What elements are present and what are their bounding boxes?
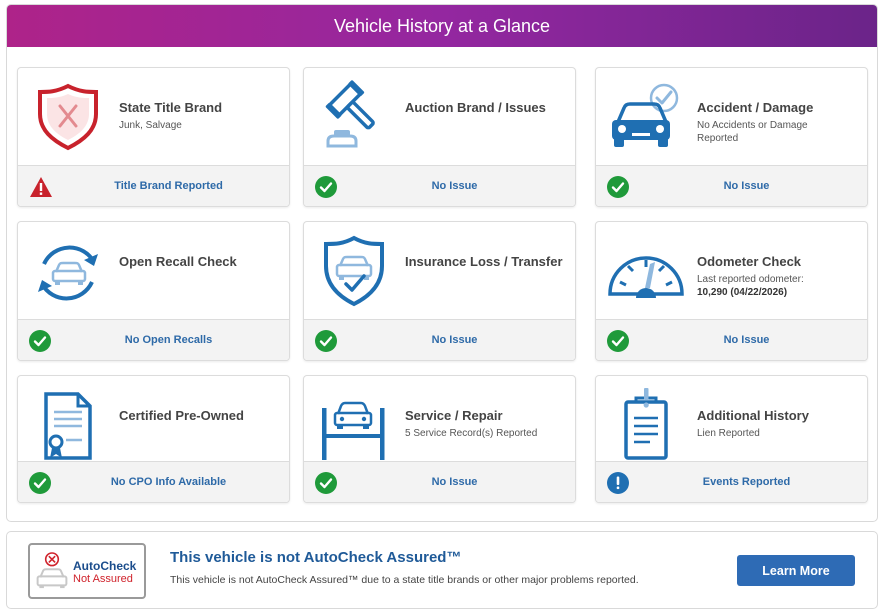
card-open-recall[interactable]: Open Recall Check No Open Recalls (17, 221, 290, 361)
card-status-bar: Title Brand Reported (18, 165, 289, 206)
card-status-text[interactable]: Events Reported (636, 462, 857, 502)
shield-x-icon (38, 83, 98, 151)
document-alert-icon (624, 388, 668, 460)
car-check-icon (612, 83, 679, 147)
check-icon (607, 176, 629, 198)
warning-icon (30, 177, 52, 197)
card-status-bar: No Issue (304, 461, 575, 502)
gavel-icon (325, 80, 375, 148)
card-title: Open Recall Check (119, 254, 237, 269)
card-state-title-brand[interactable]: State Title Brand Junk, Salvage Title Br… (17, 67, 290, 207)
assured-description: This vehicle is not AutoCheck Assured™ d… (170, 574, 639, 586)
card-certified-pre-owned[interactable]: Certified Pre-Owned No CPO Info Availabl… (17, 375, 290, 503)
card-insurance-loss[interactable]: Insurance Loss / Transfer No Issue (303, 221, 576, 361)
car-lift-icon (322, 401, 385, 460)
card-title: Additional History (697, 408, 809, 423)
check-icon (315, 472, 337, 494)
card-status-text[interactable]: No Open Recalls (58, 320, 279, 360)
certificate-icon (44, 392, 92, 460)
card-subtitle: Junk, Salvage (119, 120, 182, 131)
badge-status: Not Assured (73, 573, 133, 585)
check-icon (315, 330, 337, 352)
card-status-text[interactable]: Title Brand Reported (58, 166, 279, 206)
recall-car-icon (38, 245, 98, 301)
card-subtitle: Last reported odometer: 10,290 (04/22/20… (697, 273, 857, 299)
shield-car-icon (324, 235, 384, 307)
assured-heading: This vehicle is not AutoCheck Assured™ (170, 549, 462, 566)
check-icon (29, 330, 51, 352)
card-status-text[interactable]: No Issue (344, 462, 565, 502)
card-status-bar: No Open Recalls (18, 319, 289, 360)
vehicle-history-panel: Vehicle History at a Glance State Title … (6, 4, 878, 522)
card-status-text[interactable]: No Issue (636, 320, 857, 360)
card-auction-brand[interactable]: Auction Brand / Issues No Issue (303, 67, 576, 207)
autocheck-assured-section: AutoCheck Not Assured This vehicle is no… (6, 531, 878, 609)
card-status-bar: No CPO Info Available (18, 461, 289, 502)
check-icon (607, 330, 629, 352)
card-status-text[interactable]: No Issue (344, 320, 565, 360)
car-x-icon (36, 552, 68, 589)
check-icon (29, 472, 51, 494)
card-odometer-check[interactable]: Odometer Check Last reported odometer: 1… (595, 221, 868, 361)
learn-more-button[interactable]: Learn More (737, 555, 855, 586)
card-title: Certified Pre-Owned (119, 408, 244, 423)
card-status-bar: No Issue (596, 165, 867, 206)
odometer-icon (608, 256, 684, 298)
card-status-text[interactable]: No Issue (344, 166, 565, 206)
card-title: State Title Brand (119, 100, 223, 115)
card-status-text[interactable]: No CPO Info Available (58, 462, 279, 502)
odometer-reading: 10,290 (04/22/2026) (697, 287, 788, 298)
card-status-bar: No Issue (304, 319, 575, 360)
card-subtitle: 5 Service Record(s) Reported (405, 428, 538, 439)
badge-brand: AutoCheck (73, 559, 137, 573)
card-service-repair[interactable]: Service / Repair 5 Service Record(s) Rep… (303, 375, 576, 503)
card-status-bar: No Issue (304, 165, 575, 206)
card-title: Odometer Check (697, 254, 802, 269)
card-accident-damage[interactable]: Accident / Damage No Accidents or Damage… (595, 67, 868, 207)
card-status-text[interactable]: No Issue (636, 166, 857, 206)
card-title: Auction Brand / Issues (405, 100, 546, 115)
card-status-bar: No Issue (596, 319, 867, 360)
panel-header: Vehicle History at a Glance (7, 5, 877, 47)
card-status-bar: Events Reported (596, 461, 867, 502)
card-subtitle: No Accidents or Damage Reported (697, 120, 808, 144)
card-subtitle: Lien Reported (697, 428, 760, 439)
card-title: Accident / Damage (697, 100, 814, 115)
autocheck-badge: AutoCheck Not Assured (28, 543, 146, 599)
info-icon (607, 472, 629, 494)
card-title: Service / Repair (405, 408, 503, 423)
card-additional-history[interactable]: Additional History Lien Reported Events … (595, 375, 868, 503)
card-title: Insurance Loss / Transfer (405, 254, 563, 269)
check-icon (315, 176, 337, 198)
odometer-label: Last reported odometer: (697, 274, 804, 285)
